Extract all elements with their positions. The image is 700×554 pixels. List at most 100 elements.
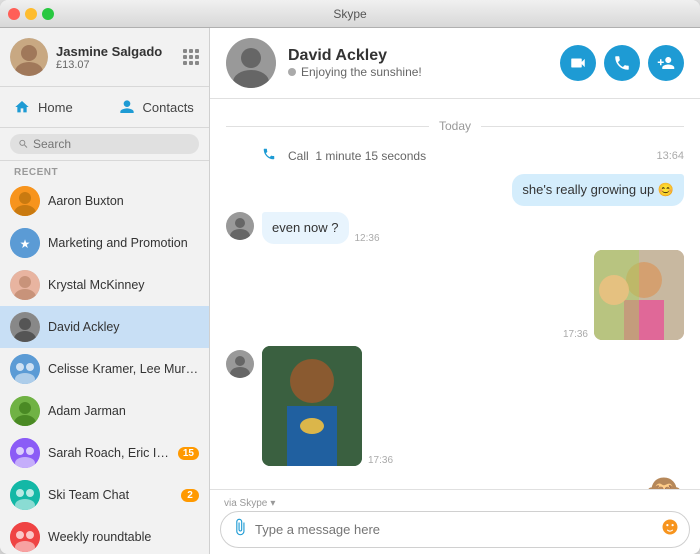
contact-name: David Ackley — [48, 320, 199, 334]
titlebar: Skype — [0, 0, 700, 28]
via-label-text: via Skype — [224, 498, 267, 509]
chat-input-area: via Skype ▾ — [210, 489, 700, 554]
avatar-aaron — [10, 186, 40, 216]
maximize-button[interactable] — [42, 8, 54, 20]
message-time: 17:36 — [368, 455, 393, 466]
contact-name: Celisse Kramer, Lee Murphy, MJ... — [48, 362, 199, 376]
message-avatar — [226, 350, 254, 378]
apps-dot — [195, 49, 199, 53]
contact-item-aaron-buxton[interactable]: Aaron Buxton — [0, 180, 209, 222]
contact-item-krystal[interactable]: Krystal McKinney — [0, 264, 209, 306]
avatar-krystal — [10, 270, 40, 300]
user-name: Jasmine Salgado — [56, 44, 175, 59]
message-text: even now ? — [272, 220, 339, 235]
avatar-marketing: ★ — [10, 228, 40, 258]
message-row-sent1: she's really growing up 😊 — [226, 174, 684, 206]
contact-item-ski-team[interactable]: Ski Team Chat 2 — [0, 474, 209, 516]
emoji-picker-button[interactable] — [661, 518, 679, 541]
chat-actions — [560, 45, 684, 81]
apps-dot — [195, 61, 199, 65]
message-emoji: 🙈 — [644, 472, 684, 489]
call-button[interactable] — [604, 45, 640, 81]
video-icon — [569, 54, 587, 72]
sidebar-item-home[interactable]: Home — [0, 91, 105, 123]
avatar-weekly — [10, 522, 40, 552]
contact-item-celisse-group[interactable]: Celisse Kramer, Lee Murphy, MJ... — [0, 348, 209, 390]
main-content: Jasmine Salgado £13.07 — [0, 28, 700, 554]
add-person-icon — [657, 54, 675, 72]
search-bar[interactable] — [10, 134, 199, 154]
contact-name: Aaron Buxton — [48, 194, 199, 208]
contact-item-sarah-group[interactable]: Sarah Roach, Eric Ishida 15 — [0, 432, 209, 474]
avatar-celisse-group — [10, 354, 40, 384]
user-info: Jasmine Salgado £13.07 — [56, 44, 175, 71]
contact-item-adam[interactable]: Adam Jarman — [0, 390, 209, 432]
apps-dot — [183, 61, 187, 65]
via-skype-label: via Skype ▾ — [220, 496, 690, 511]
close-button[interactable] — [8, 8, 20, 20]
message-avatar — [226, 212, 254, 240]
message-input-row — [220, 511, 690, 548]
apps-dot — [183, 49, 187, 53]
avatar-adam — [10, 396, 40, 426]
message-row-image2: 17:36 — [226, 346, 684, 466]
contact-list: Aaron Buxton ★ Marketing and Promotion K… — [0, 180, 209, 554]
avatar-ski-team — [10, 480, 40, 510]
message-bubble: she's really growing up 😊 — [512, 174, 684, 206]
chat-messages[interactable]: Today Call 1 minute 15 seconds 13:64 she… — [210, 99, 700, 489]
contact-item-marketing[interactable]: ★ Marketing and Promotion — [0, 222, 209, 264]
contact-item-david[interactable]: David Ackley — [0, 306, 209, 348]
message-row-emoji: 17:36 🙈 — [226, 472, 684, 489]
attach-button[interactable] — [231, 518, 249, 541]
message-time: 12:36 — [355, 233, 380, 244]
contacts-icon — [119, 99, 135, 115]
call-text: Call 1 minute 15 seconds — [288, 149, 426, 163]
user-avatar — [10, 38, 48, 76]
contact-name: Sarah Roach, Eric Ishida — [48, 446, 170, 460]
apps-dot — [189, 55, 193, 59]
contact-item-weekly[interactable]: Weekly roundtable — [0, 516, 209, 554]
message-image-large — [262, 346, 362, 466]
add-contact-button[interactable] — [648, 45, 684, 81]
video-call-button[interactable] — [560, 45, 596, 81]
search-icon — [18, 138, 29, 150]
message-bubble: even now ? — [262, 212, 349, 244]
apps-dot — [183, 55, 187, 59]
contact-name: Weekly roundtable — [48, 530, 199, 544]
apps-icon[interactable] — [183, 49, 199, 65]
message-text: she's really growing up 😊 — [522, 182, 674, 197]
dropdown-arrow[interactable]: ▾ — [270, 498, 275, 509]
apps-dot — [195, 55, 199, 59]
home-label: Home — [38, 100, 73, 115]
chat-header: David Ackley Enjoying the sunshine! — [210, 28, 700, 99]
sidebar: Jasmine Salgado £13.07 — [0, 28, 210, 554]
svg-text:★: ★ — [20, 237, 31, 251]
unread-badge: 2 — [181, 489, 199, 502]
call-event-row: Call 1 minute 15 seconds 13:64 — [226, 143, 684, 168]
sidebar-item-contacts[interactable]: Contacts — [105, 91, 210, 123]
chat-contact-avatar — [226, 38, 276, 88]
search-input[interactable] — [33, 137, 191, 151]
date-divider: Today — [226, 117, 684, 135]
chat-panel: David Ackley Enjoying the sunshine! — [210, 28, 700, 554]
home-icon — [14, 99, 30, 115]
sidebar-nav: Home Contacts — [0, 87, 209, 128]
message-image — [594, 250, 684, 340]
chat-user-name: David Ackley — [288, 47, 548, 65]
message-input[interactable] — [255, 522, 655, 537]
recent-section-label: RECENT — [0, 161, 209, 180]
window-controls — [8, 8, 54, 20]
status-text: Enjoying the sunshine! — [301, 65, 422, 79]
app-window: Skype Jasmine Salgado £13.07 — [0, 0, 700, 554]
contact-name: Marketing and Promotion — [48, 236, 199, 250]
window-title: Skype — [333, 7, 366, 21]
call-phone-icon — [262, 147, 276, 164]
contacts-label: Contacts — [143, 100, 194, 115]
avatar-sarah-group — [10, 438, 40, 468]
sidebar-user-header: Jasmine Salgado £13.07 — [0, 28, 209, 87]
minimize-button[interactable] — [25, 8, 37, 20]
phone-icon — [613, 54, 631, 72]
status-dot — [288, 68, 296, 76]
apps-dot — [189, 49, 193, 53]
message-row-image1: 17:36 — [226, 250, 684, 340]
